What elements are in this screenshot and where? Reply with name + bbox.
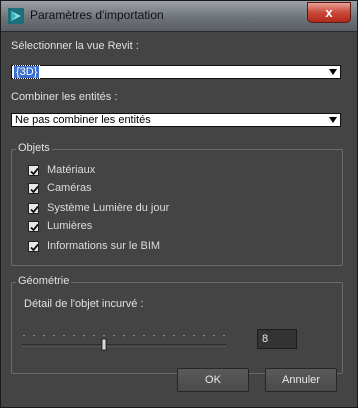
- cameras-checkbox[interactable]: [28, 182, 39, 194]
- close-button[interactable]: x: [307, 2, 351, 23]
- daylight-checkbox[interactable]: [28, 202, 39, 214]
- combine-dropdown[interactable]: Ne pas combiner les entités: [11, 113, 341, 127]
- materials-checkbox[interactable]: [28, 164, 39, 176]
- daylight-checkbox-row[interactable]: Système Lumière du jour: [28, 201, 169, 215]
- ok-button[interactable]: OK: [177, 368, 249, 392]
- cancel-button[interactable]: Annuler: [265, 368, 337, 392]
- slider-tick: [73, 335, 75, 337]
- slider-tick: [173, 335, 175, 337]
- lights-checkbox[interactable]: [28, 220, 39, 232]
- slider-tick: [83, 335, 85, 337]
- slider-ticks: [23, 335, 225, 337]
- lights-label: Lumières: [47, 220, 93, 232]
- dialog-body: Sélectionner la vue Revit : {3D} Combine…: [9, 32, 349, 400]
- curve-detail-slider[interactable]: [20, 331, 228, 351]
- checkmark-icon: [30, 223, 39, 231]
- cameras-label: Caméras: [47, 182, 92, 194]
- slider-tick: [123, 335, 125, 337]
- bim-info-label: Informations sur le BIM: [47, 240, 161, 252]
- slider-tick: [203, 335, 205, 337]
- slider-tick: [33, 335, 35, 337]
- slider-tick: [183, 335, 185, 337]
- slider-tick: [193, 335, 195, 337]
- import-settings-dialog: Paramètres d'importation x Sélectionner …: [0, 0, 358, 408]
- slider-tick: [133, 335, 135, 337]
- slider-tick: [63, 335, 65, 337]
- cameras-checkbox-row[interactable]: Caméras: [28, 181, 92, 195]
- lights-checkbox-row[interactable]: Lumières: [28, 219, 92, 233]
- slider-tick: [163, 335, 165, 337]
- chevron-down-icon: [329, 117, 337, 123]
- checkmark-icon: [30, 167, 39, 175]
- close-icon: x: [325, 5, 333, 20]
- curve-detail-value: 8: [262, 333, 269, 345]
- slider-tick: [93, 335, 95, 337]
- combine-label: Combiner les entités :: [11, 91, 118, 103]
- curve-detail-label: Détail de l'objet incurvé :: [24, 298, 144, 310]
- window-title: Paramètres d'importation: [30, 8, 164, 22]
- materials-checkbox-row[interactable]: Matériaux: [28, 163, 95, 177]
- objects-group: Objets Matériaux Caméras Système Lumière…: [11, 142, 343, 266]
- slider-tick: [23, 335, 25, 337]
- chevron-down-icon: [329, 69, 337, 75]
- slider-tick: [213, 335, 215, 337]
- slider-tick: [143, 335, 145, 337]
- checkmark-icon: [30, 243, 39, 251]
- slider-tick: [223, 335, 225, 337]
- revit-view-value: {3D}: [12, 65, 41, 79]
- 3dsmax-app-icon: [8, 8, 24, 24]
- bim-info-checkbox[interactable]: [28, 240, 39, 252]
- bim-info-checkbox-row[interactable]: Informations sur le BIM: [28, 239, 160, 253]
- slider-tick: [113, 335, 115, 337]
- materials-label: Matériaux: [47, 164, 96, 176]
- title-bar[interactable]: Paramètres d'importation x: [1, 1, 357, 32]
- checkmark-icon: [30, 185, 39, 193]
- slider-thumb[interactable]: [101, 338, 107, 351]
- revit-view-dropdown[interactable]: {3D}: [11, 65, 341, 79]
- checkmark-icon: [30, 205, 39, 213]
- geometry-group: Géométrie Détail de l'objet incurvé : 8: [11, 275, 343, 374]
- objects-group-title: Objets: [16, 142, 52, 154]
- curve-detail-input[interactable]: 8: [257, 329, 297, 349]
- slider-tick: [103, 335, 105, 337]
- slider-tick: [43, 335, 45, 337]
- geometry-group-title: Géométrie: [16, 275, 72, 287]
- slider-tick: [153, 335, 155, 337]
- combine-value: Ne pas combiner les entités: [15, 114, 151, 126]
- daylight-label: Système Lumière du jour: [47, 202, 170, 214]
- slider-tick: [53, 335, 55, 337]
- revit-view-label: Sélectionner la vue Revit :: [11, 40, 139, 52]
